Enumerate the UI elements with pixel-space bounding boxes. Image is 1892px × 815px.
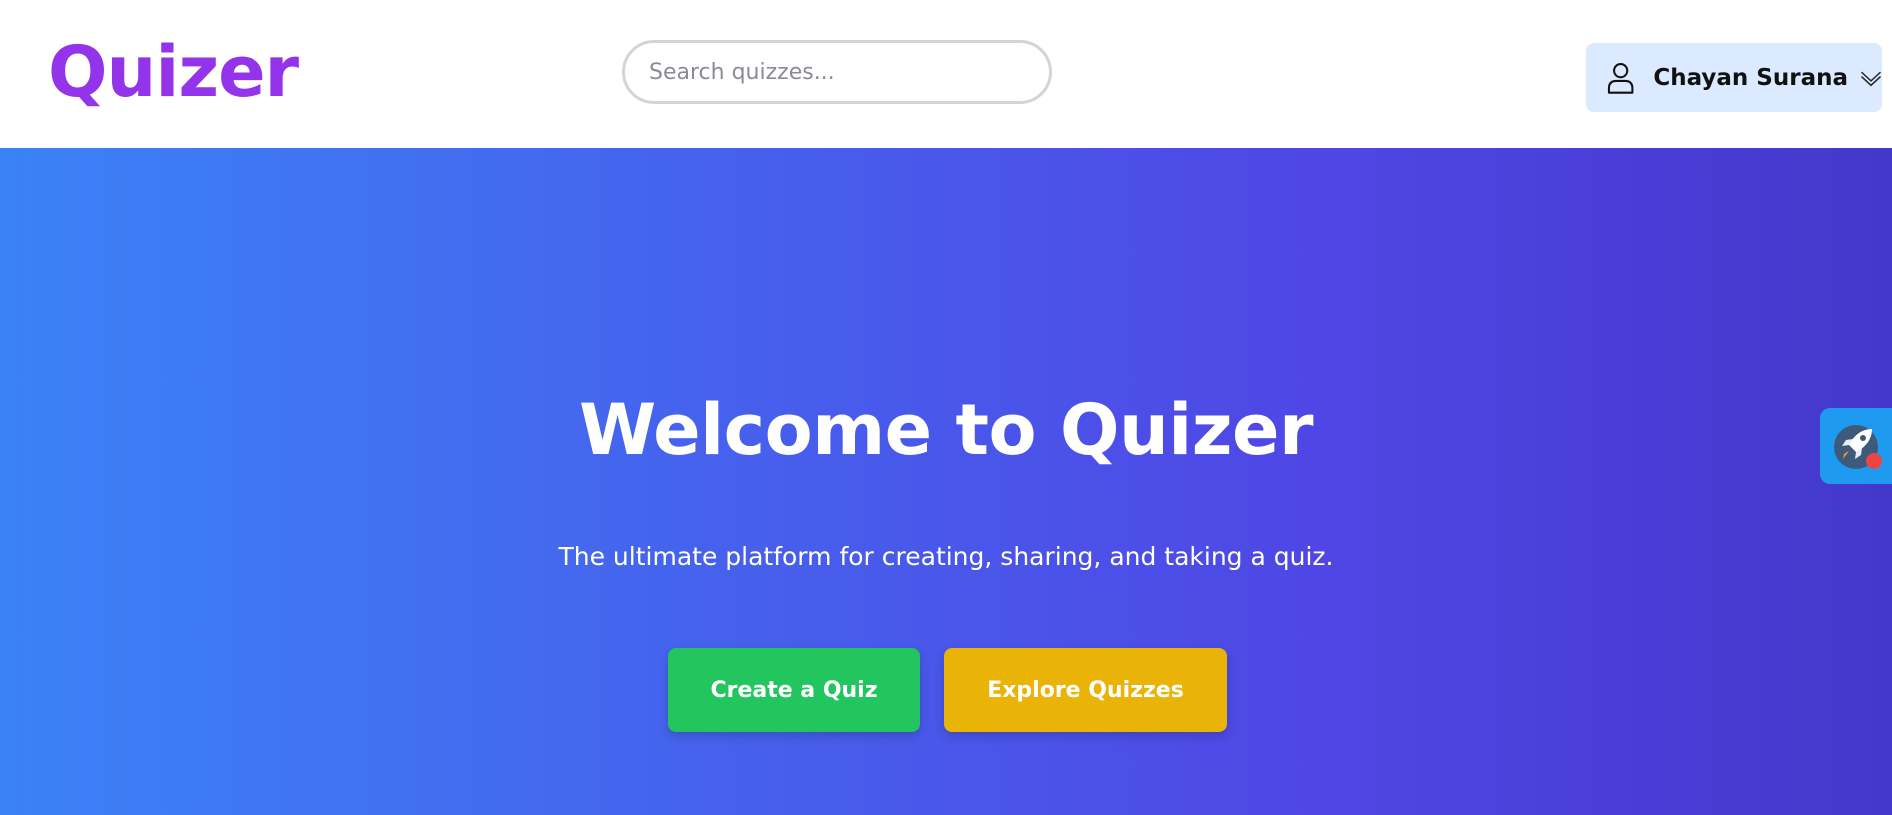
floating-widget-button[interactable] <box>1820 408 1892 484</box>
user-icon <box>1607 62 1634 94</box>
rocket-icon <box>1834 425 1882 469</box>
hero-section: Welcome to Quizer The ultimate platform … <box>0 148 1892 815</box>
hero-subtitle: The ultimate platform for creating, shar… <box>558 542 1334 571</box>
user-menu-button[interactable]: Chayan Surana <box>1586 43 1882 112</box>
create-quiz-button[interactable]: Create a Quiz <box>668 648 920 732</box>
search-input[interactable] <box>622 40 1052 104</box>
logo[interactable]: Quizer <box>48 30 299 114</box>
user-name: Chayan Surana <box>1653 64 1848 91</box>
explore-quizzes-button[interactable]: Explore Quizzes <box>944 648 1227 732</box>
notification-dot <box>1866 453 1882 469</box>
top-header: Quizer Chayan Surana <box>0 0 1892 148</box>
chevron-down-icon <box>1860 71 1882 86</box>
hero-title: Welcome to Quizer <box>578 389 1314 471</box>
